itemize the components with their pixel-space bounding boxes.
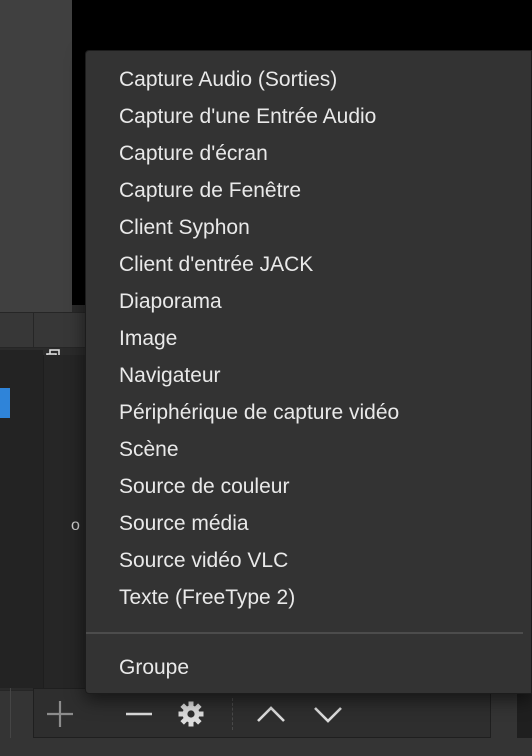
menu-item-video-capture-device[interactable]: Périphérique de capture vidéo: [119, 396, 399, 429]
menu-item-audio-input-capture[interactable]: Capture d'une Entrée Audio: [119, 100, 376, 133]
menu-item-scene[interactable]: Scène: [119, 433, 179, 466]
menu-item-audio-output-capture[interactable]: Capture Audio (Sorties): [119, 63, 337, 96]
left-background: [0, 0, 72, 312]
menu-item-jack-input-client[interactable]: Client d'entrée JACK: [119, 248, 313, 281]
gear-icon[interactable]: [176, 699, 206, 729]
menu-item-color-source[interactable]: Source de couleur: [119, 470, 289, 503]
menu-item-text-freetype2[interactable]: Texte (FreeType 2): [119, 581, 295, 614]
menu-item-vlc-video-source[interactable]: Source vidéo VLC: [119, 544, 288, 577]
dock-divider: [33, 312, 34, 348]
toolbar-divider: [232, 698, 233, 730]
menu-item-browser[interactable]: Navigateur: [119, 359, 221, 392]
menu-item-display-capture[interactable]: Capture d'écran: [119, 137, 268, 170]
move-up-icon[interactable]: [255, 700, 287, 728]
right-panel-strip: [517, 690, 532, 738]
menu-item-image[interactable]: Image: [119, 322, 177, 355]
menu-item-media-source[interactable]: Source média: [119, 507, 249, 540]
menu-item-syphon-client[interactable]: Client Syphon: [119, 211, 250, 244]
remove-icon[interactable]: [123, 698, 155, 730]
selected-scene-highlight[interactable]: [0, 388, 10, 418]
toolbar-separator: [10, 688, 11, 738]
add-source-menu: Capture Audio (Sorties) Capture d'une En…: [85, 50, 532, 694]
partial-list-text: o: [71, 517, 80, 534]
menu-separator: [86, 632, 523, 634]
add-icon[interactable]: [44, 698, 76, 730]
menu-item-window-capture[interactable]: Capture de Fenêtre: [119, 174, 301, 207]
menu-item-group[interactable]: Groupe: [119, 651, 189, 684]
move-down-icon[interactable]: [312, 700, 344, 728]
menu-item-slideshow[interactable]: Diaporama: [119, 285, 222, 318]
